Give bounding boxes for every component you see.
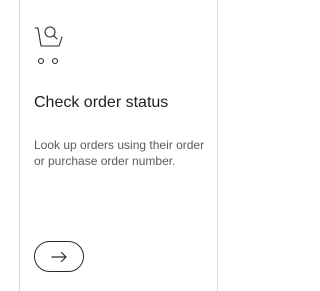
- page: Check order status Look up orders using …: [0, 0, 244, 291]
- card-title: Check order status: [34, 94, 169, 111]
- shopping-cart-search-icon: [34, 24, 64, 66]
- card-description: Look up orders using their order or purc…: [34, 138, 205, 168]
- open-order-status-button[interactable]: [34, 241, 84, 272]
- check-order-status-card[interactable]: Check order status Look up orders using …: [19, 0, 218, 291]
- arrow-right-icon: [50, 251, 68, 263]
